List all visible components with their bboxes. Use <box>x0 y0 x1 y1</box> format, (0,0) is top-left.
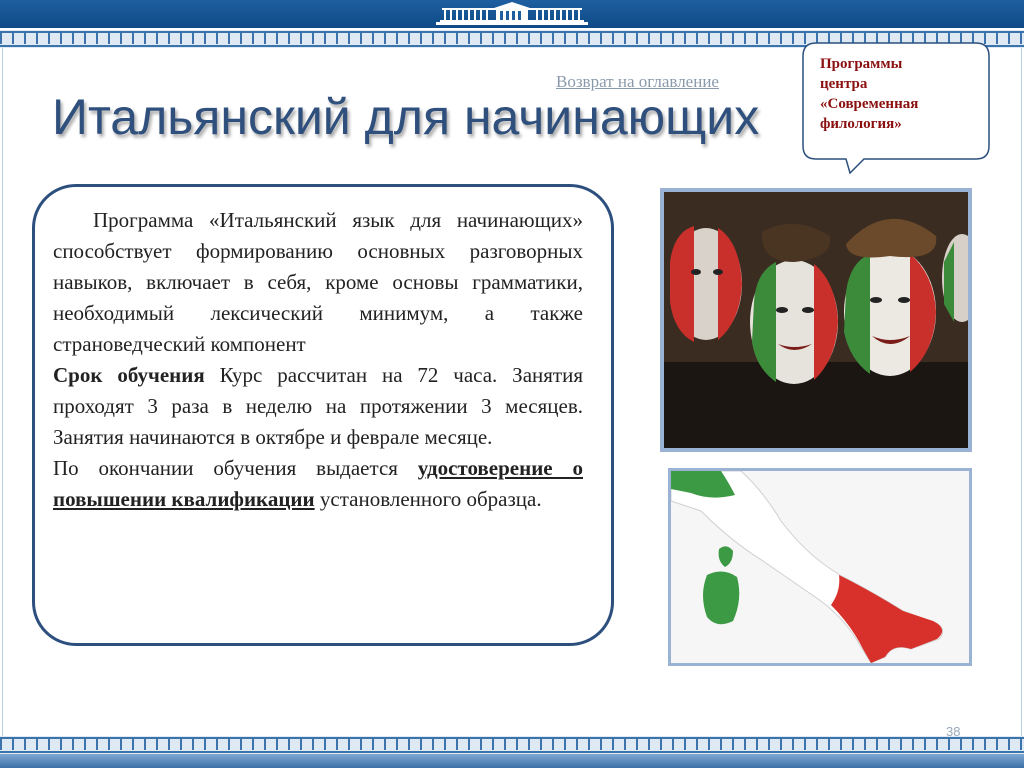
fans-photo <box>660 188 972 452</box>
italy-map-image <box>668 468 972 666</box>
callout-line: «Современная <box>820 96 919 112</box>
certificate-text-end: установленного образца. <box>314 487 542 511</box>
footer-band <box>0 754 1024 768</box>
callout-line: Программы <box>820 56 903 72</box>
description-text: Программа «Итальянский язык для начинающ… <box>53 205 583 515</box>
italy-map-flag-colors-icon <box>671 471 969 663</box>
duration-heading: Срок обучения <box>53 363 205 387</box>
certificate-text-start: По окончании обучения выдается <box>53 456 418 480</box>
right-border-line <box>1021 48 1022 736</box>
certificate-paragraph: По окончании обучения выдается удостовер… <box>53 453 583 515</box>
description-box: Программа «Итальянский язык для начинающ… <box>32 184 614 646</box>
program-callout: Программы центра «Современная филология» <box>802 42 990 174</box>
program-description: Программа «Итальянский язык для начинающ… <box>53 208 583 356</box>
greek-key-border-bottom <box>0 736 1024 754</box>
callout-line: филология» <box>820 116 902 132</box>
building-logo-icon <box>436 2 588 25</box>
left-border-line <box>2 48 3 736</box>
callout-line: центра <box>820 76 868 92</box>
duration-paragraph: Срок обучения Курс рассчитан на 72 часа.… <box>53 360 583 453</box>
header-band <box>0 0 1024 28</box>
fans-with-italian-flag-face-paint-icon <box>664 192 968 448</box>
page-title: Итальянский для начинающих <box>52 89 760 145</box>
